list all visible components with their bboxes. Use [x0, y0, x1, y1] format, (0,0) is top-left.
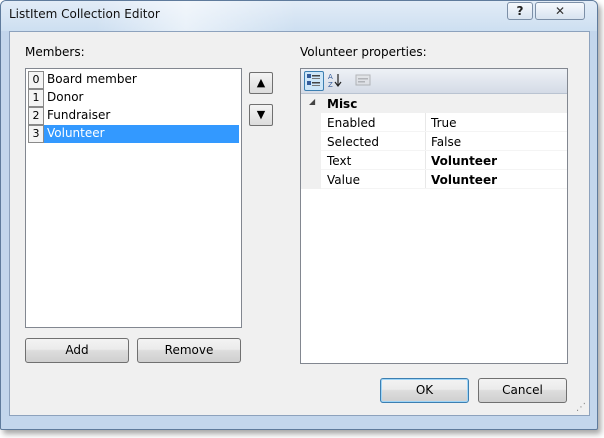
property-row-enabled[interactable]: Enabled True	[301, 113, 567, 132]
column-divider	[425, 151, 426, 170]
column-divider	[425, 170, 426, 189]
property-name: Text	[327, 154, 352, 168]
property-row-text[interactable]: Text Volunteer	[301, 151, 567, 170]
property-row-selected[interactable]: Selected False	[301, 132, 567, 151]
collapse-icon[interactable]: ◢	[309, 97, 315, 106]
column-divider	[425, 132, 426, 151]
categorized-button[interactable]	[304, 71, 324, 91]
categorized-icon	[307, 74, 320, 86]
category-label: Misc	[327, 97, 358, 111]
title-bar[interactable]: ListItem Collection Editor ? ✕	[1, 1, 597, 31]
members-label: Members:	[25, 45, 85, 59]
arrow-down-icon: ▼	[256, 108, 266, 121]
row-gutter	[301, 170, 321, 189]
move-down-button[interactable]: ▼	[249, 104, 273, 126]
dialog-client-area: Members: 0 Board member 1 Donor 2 Fundra…	[9, 31, 590, 416]
property-value[interactable]: Volunteer	[431, 173, 497, 187]
property-pages-button[interactable]	[354, 71, 374, 91]
row-gutter	[301, 132, 321, 151]
category-row-misc[interactable]: ◢ Misc	[301, 94, 567, 113]
help-button[interactable]: ?	[507, 2, 533, 20]
member-item-board-member[interactable]: 0 Board member	[28, 71, 239, 89]
row-divider	[321, 188, 567, 189]
cancel-button[interactable]: Cancel	[478, 378, 567, 403]
property-value[interactable]: False	[431, 135, 461, 149]
property-name: Enabled	[327, 116, 376, 130]
dialog-window: ListItem Collection Editor ? ✕ Members: …	[0, 0, 598, 430]
column-divider	[425, 113, 426, 132]
members-list[interactable]: 0 Board member 1 Donor 2 Fundraiser 3 Vo…	[25, 68, 242, 328]
property-name: Value	[327, 173, 360, 187]
close-button[interactable]: ✕	[535, 2, 585, 20]
member-item-volunteer[interactable]: 3 Volunteer	[28, 125, 239, 143]
property-pages-icon	[355, 74, 371, 86]
alphabetical-button[interactable]: A Z	[326, 71, 346, 91]
member-index-badge: 0	[28, 71, 44, 89]
property-row-value[interactable]: Value Volunteer	[301, 170, 567, 189]
window-title: ListItem Collection Editor	[9, 7, 160, 21]
member-label: Board member	[47, 72, 137, 86]
property-grid-toolbar: A Z	[301, 69, 567, 94]
row-gutter	[301, 113, 321, 132]
properties-label: Volunteer properties:	[300, 45, 427, 59]
resize-grip-icon[interactable]: ⋰	[576, 402, 586, 413]
property-name: Selected	[327, 135, 380, 149]
remove-button[interactable]: Remove	[137, 338, 241, 363]
row-gutter	[301, 151, 321, 170]
member-index-badge: 2	[28, 107, 44, 125]
member-item-fundraiser[interactable]: 2 Fundraiser	[28, 107, 239, 125]
svg-text:Z: Z	[328, 81, 333, 89]
ok-button[interactable]: OK	[380, 378, 469, 403]
svg-text:A: A	[328, 73, 333, 81]
member-index-badge: 1	[28, 89, 44, 107]
property-grid[interactable]: A Z ◢ Misc Enabled True Selected False T…	[300, 68, 568, 364]
move-up-button[interactable]: ▲	[249, 72, 273, 94]
member-item-donor[interactable]: 1 Donor	[28, 89, 239, 107]
member-label: Donor	[47, 90, 84, 104]
alphabetical-icon: A Z	[328, 73, 342, 89]
member-label: Fundraiser	[47, 108, 111, 122]
member-index-badge: 3	[28, 125, 44, 143]
property-value[interactable]: Volunteer	[431, 154, 497, 168]
arrow-up-icon: ▲	[256, 76, 266, 89]
member-label: Volunteer	[47, 126, 105, 140]
property-value[interactable]: True	[431, 116, 457, 130]
add-button[interactable]: Add	[25, 338, 129, 363]
